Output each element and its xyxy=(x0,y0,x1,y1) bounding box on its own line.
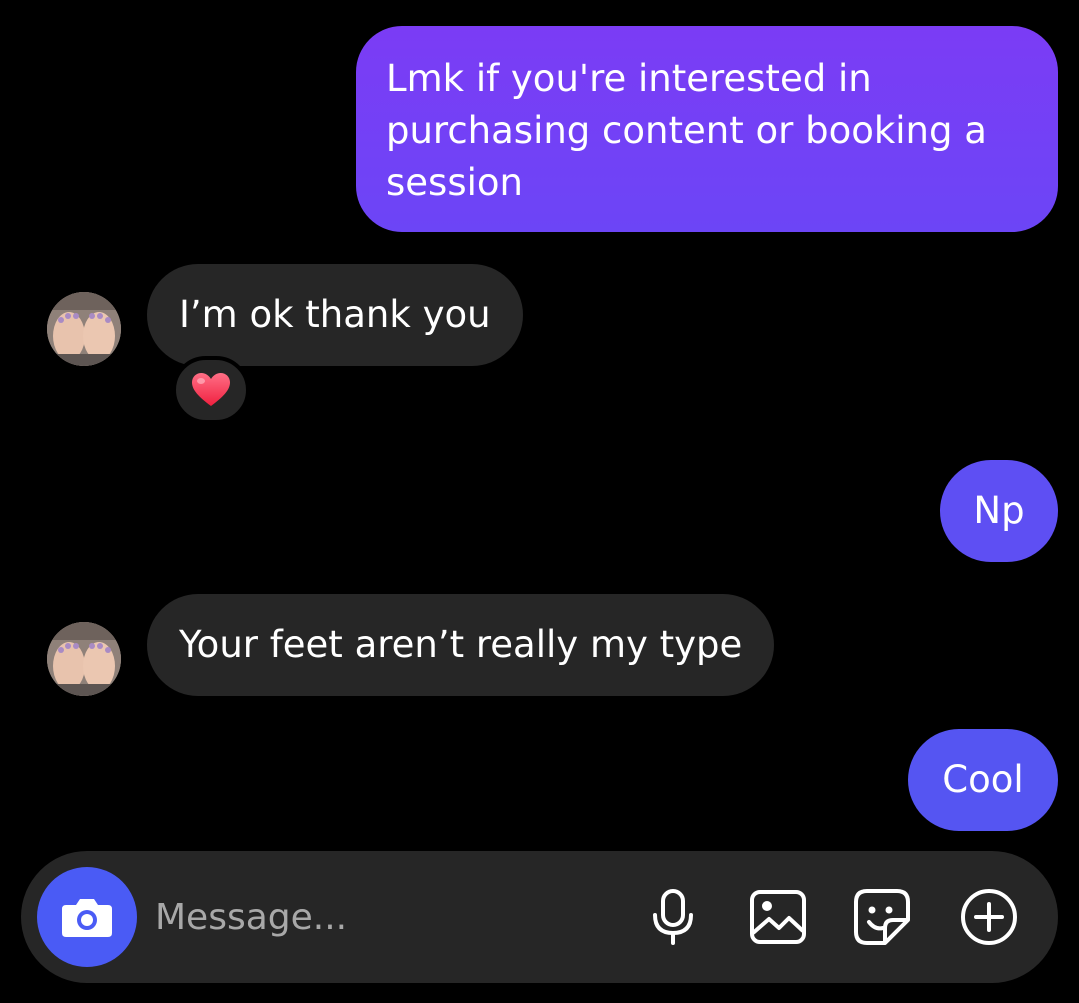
microphone-icon xyxy=(653,889,693,945)
sent-message-bubble[interactable]: Np xyxy=(940,460,1058,562)
camera-button[interactable] xyxy=(37,867,137,967)
sticker-icon xyxy=(854,889,910,945)
voice-message-button[interactable] xyxy=(643,887,703,947)
message-text: Lmk if you're interested in purchasing c… xyxy=(386,57,987,204)
received-message-bubble[interactable]: Your feet aren’t really my type xyxy=(147,594,775,696)
more-options-button[interactable] xyxy=(959,887,1019,947)
message-reaction[interactable] xyxy=(172,356,250,424)
heart-icon xyxy=(192,373,230,406)
contact-avatar[interactable] xyxy=(47,292,121,366)
message-text: Cool xyxy=(942,758,1024,801)
message-text: I’m ok thank you xyxy=(179,293,491,336)
received-message-bubble[interactable]: I’m ok thank you xyxy=(147,264,523,366)
message-composer xyxy=(21,851,1058,983)
sticker-button[interactable] xyxy=(852,887,912,947)
message-text: Np xyxy=(973,489,1025,532)
plus-circle-icon xyxy=(961,889,1017,945)
gallery-icon xyxy=(750,890,806,944)
contact-avatar[interactable] xyxy=(47,622,121,696)
sent-message-bubble[interactable]: Lmk if you're interested in purchasing c… xyxy=(356,26,1058,232)
gallery-button[interactable] xyxy=(748,887,808,947)
message-text: Your feet aren’t really my type xyxy=(179,623,743,666)
avatar-image xyxy=(47,292,121,366)
message-input[interactable] xyxy=(155,889,585,945)
sent-message-bubble[interactable]: Cool xyxy=(908,729,1058,831)
camera-icon xyxy=(62,899,112,937)
avatar-image xyxy=(47,622,121,696)
